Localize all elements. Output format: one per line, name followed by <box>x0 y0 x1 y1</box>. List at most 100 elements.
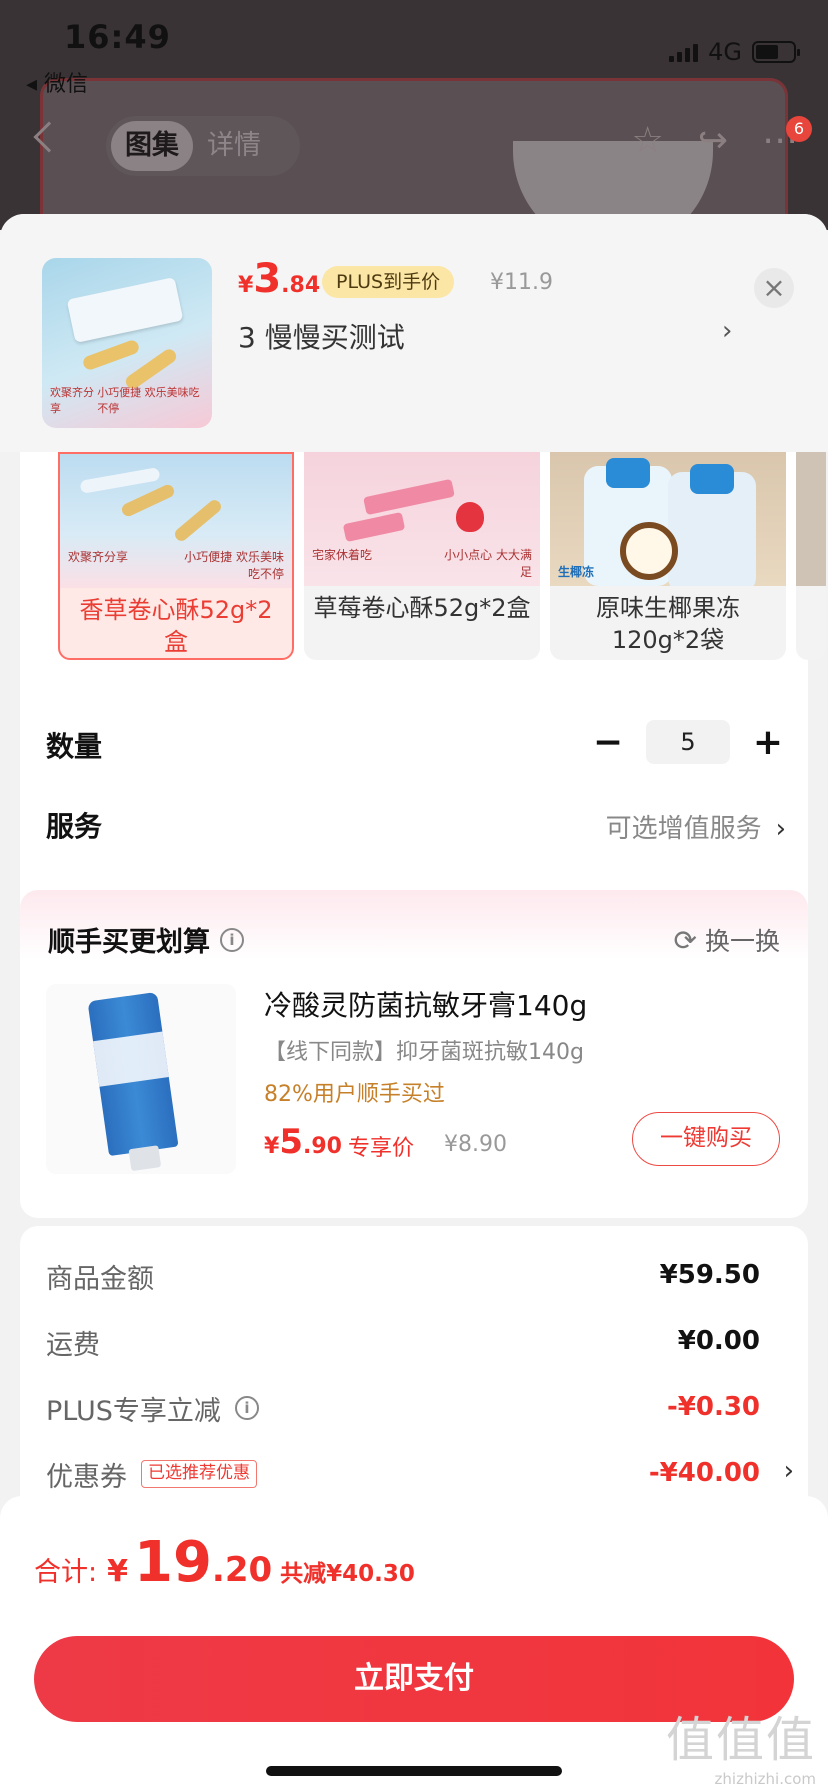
wafer-roll-shape <box>119 482 177 519</box>
variant-label: 原味生椰果冻120g*2袋 <box>596 594 740 654</box>
home-indicator <box>266 1766 562 1776</box>
variant-caption-left: 欢聚齐分享 <box>68 550 129 564</box>
swap-label: 换一换 <box>704 927 780 956</box>
wafer-roll-shape <box>81 338 141 372</box>
increase-button[interactable]: + <box>750 722 786 763</box>
variant-image: 欢聚齐分享 小巧便捷 欢乐美味吃不停 <box>60 454 292 588</box>
amount-value: ¥0.00 <box>677 1326 760 1356</box>
chevron-right-icon: › <box>775 814 786 844</box>
tube-cap <box>128 1145 162 1172</box>
plus-price-badge: PLUS到手价 <box>322 266 455 298</box>
status-time: 16:49 <box>64 18 171 56</box>
selected-spec[interactable]: 3 慢慢买测试 <box>238 316 405 356</box>
price-integer: 3 <box>253 256 282 302</box>
refresh-icon: ⟳ <box>673 923 697 957</box>
total-decimal: .20 <box>211 1550 273 1590</box>
recommend-buy-stat: 82%用户顺手买过 <box>264 1082 445 1107</box>
watermark-logo: 值值值 <box>665 1712 816 1768</box>
network-type: 4G <box>708 38 742 66</box>
variant-caption: 欢聚齐分享 小巧便捷 欢乐美味吃不停 <box>68 548 284 582</box>
close-button[interactable]: × <box>754 268 794 308</box>
back-to-wechat-link[interactable]: ◂ 微信 <box>26 66 88 98</box>
price-integer: 5 <box>279 1122 303 1162</box>
variant-caption-right: 小巧便捷 欢乐美味吃不停 <box>184 550 284 581</box>
variant-caption-left: 生椰冻 <box>558 565 595 579</box>
variant-image: 宅家休着吃 小小点心 大大满足 <box>304 452 540 586</box>
amount-row-shipping: 运费 ¥0.00 <box>46 1322 760 1362</box>
price-decimal: .90 <box>302 1134 342 1159</box>
status-indicators: 4G <box>669 38 800 66</box>
toothpaste-tube-shape <box>87 991 179 1172</box>
background-page: 16:49 ◂ 微信 4G 图集 详情 ☆ ↪ ⋯ 6 <box>0 0 828 230</box>
product-thumbnail: 欢聚齐分享 小巧便捷 欢乐美味吃不停 <box>42 258 212 428</box>
amount-label: 商品金额 <box>46 1263 154 1295</box>
plus-price: ¥ 3 .84 <box>238 256 320 302</box>
swap-button[interactable]: ⟳ 换一换 <box>674 922 780 958</box>
recommend-price: ¥ 5 .90 <box>264 1122 342 1162</box>
recommend-product-name[interactable]: 冷酸灵防菌抗敏牙膏140g <box>264 984 587 1024</box>
gallery-detail-tabs: 图集 详情 <box>106 116 300 176</box>
variant-option[interactable]: 欢聚齐分享 小巧便捷 欢乐美味吃不停 香草卷心酥52g*2盒 <box>58 452 294 660</box>
toothpaste-image[interactable] <box>46 984 236 1174</box>
amount-label: 运费 <box>46 1329 100 1361</box>
recommend-title-text: 顺手买更划算 <box>48 927 210 958</box>
quantity-row: 数量 − 5 + <box>46 720 786 770</box>
variant-option-partial[interactable] <box>796 452 826 660</box>
share-icon[interactable]: ↪ <box>698 120 728 161</box>
coupon-tag: 已选推荐优惠 <box>141 1460 257 1488</box>
recommend-card: 顺手买更划算 i ⟳ 换一换 冷酸灵防菌抗敏牙膏140g 【线下同款】抑牙菌斑抗… <box>20 890 808 1218</box>
original-price: ¥11.9 <box>490 270 553 295</box>
sheet-header: 欢聚齐分享 小巧便捷 欢乐美味吃不停 ¥ 3 .84 PLUS到手价 ¥11.9… <box>0 214 828 452</box>
chevron-right-icon: › <box>783 1456 794 1486</box>
watermark: 值值值 zhizhizhi.com <box>666 1700 816 1788</box>
variant-option[interactable]: 生椰冻 原味生椰果冻120g*2袋 <box>550 452 786 660</box>
service-value-text: 可选增值服务 <box>605 814 762 844</box>
quantity-input[interactable]: 5 <box>646 720 730 764</box>
signal-icon <box>669 42 699 62</box>
notification-badge: 6 <box>786 116 812 142</box>
price-decimal: .84 <box>281 273 321 298</box>
amount-row-coupon[interactable]: 优惠券 已选推荐优惠 -¥40.00 › <box>46 1454 794 1494</box>
tab-gallery[interactable]: 图集 <box>111 121 193 171</box>
info-icon[interactable]: i <box>234 1396 259 1420</box>
wafer-roll-shape <box>172 497 224 544</box>
amount-label: 优惠券 <box>46 1461 127 1493</box>
one-click-buy-button[interactable]: 一键购买 <box>632 1112 780 1166</box>
quantity-label: 数量 <box>46 730 103 763</box>
tube-band <box>93 1031 169 1087</box>
quantity-stepper: − 5 + <box>590 720 786 764</box>
variant-option[interactable]: 宅家休着吃 小小点心 大大满足 草莓卷心酥52g*2盒 <box>304 452 540 660</box>
tab-detail[interactable]: 详情 <box>193 121 275 171</box>
star-icon[interactable]: ☆ <box>632 120 664 161</box>
service-row[interactable]: 服务 可选增值服务 › <box>46 800 786 850</box>
amount-row-plus: PLUS专享立减 i -¥0.30 <box>46 1388 760 1428</box>
service-label: 服务 <box>46 810 103 843</box>
amount-label: PLUS专享立减 <box>46 1395 221 1427</box>
strawberry-shape <box>456 502 484 532</box>
currency-symbol: ¥ <box>238 273 254 298</box>
battery-icon <box>752 41 800 63</box>
wafer-pack-shape <box>66 277 184 343</box>
strawberry-pack-shape <box>363 478 455 516</box>
variant-caption: 生椰冻 <box>558 563 778 580</box>
recommend-original-price: ¥8.90 <box>444 1132 507 1157</box>
total-integer: 19 <box>133 1530 212 1595</box>
watermark-url: zhizhizhi.com <box>714 1770 816 1788</box>
decrease-button[interactable]: − <box>590 722 626 763</box>
thumb-caption-left: 欢聚齐分享 <box>50 386 94 415</box>
variant-caption-right: 小小点心 大大满足 <box>444 548 532 579</box>
nav-actions: ☆ ↪ ⋯ <box>632 120 798 161</box>
total-amount: 合计: ¥ 19 .20 共减¥40.30 <box>34 1530 415 1595</box>
variant-label: 香草卷心酥52g*2盒 <box>79 596 273 656</box>
variant-caption: 宅家休着吃 小小点心 大大满足 <box>312 546 532 580</box>
recommend-title: 顺手买更划算 i <box>48 920 244 959</box>
recommend-product-subtitle: 【线下同款】抑牙菌斑抗敏140g <box>264 1040 584 1065</box>
info-icon[interactable]: i <box>220 927 244 952</box>
chevron-right-icon[interactable]: › <box>722 316 732 346</box>
variant-label: 草莓卷心酥52g*2盒 <box>313 594 531 622</box>
wafer-pack-shape <box>79 467 161 494</box>
amount-row-goods: 商品金额 ¥59.50 <box>46 1256 760 1296</box>
amount-value: -¥40.00 <box>648 1458 760 1488</box>
exclusive-price-tag: 专享价 <box>348 1136 415 1161</box>
thumb-caption-right: 小巧便捷 欢乐美味吃不停 <box>97 386 200 415</box>
